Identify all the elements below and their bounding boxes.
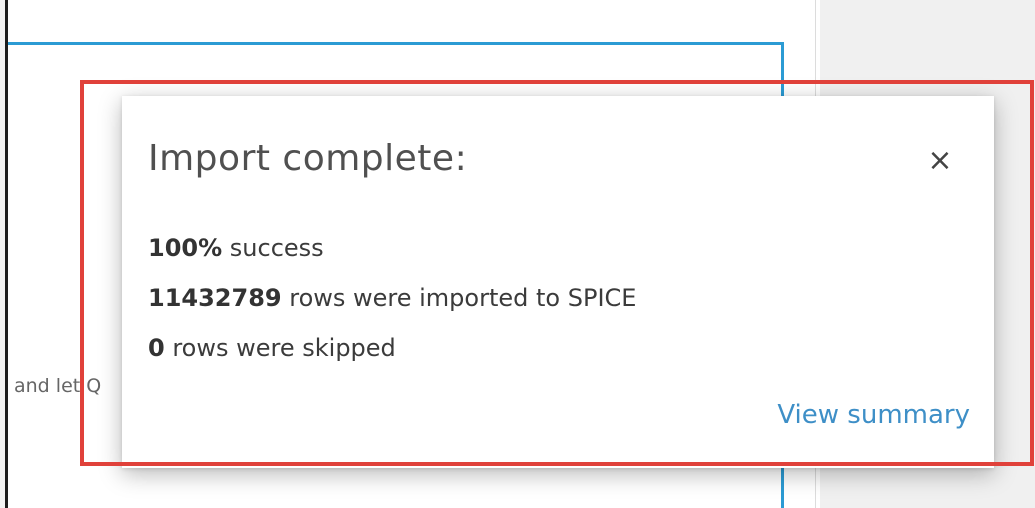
rows-imported-text: rows were imported to SPICE (281, 284, 637, 312)
rows-skipped-text: rows were skipped (164, 334, 396, 362)
selection-frame-top (8, 42, 784, 45)
import-complete-dialog: Import complete: × 100% success 11432789… (122, 96, 994, 468)
background-partial-text: and let Q (14, 375, 102, 397)
import-stats: 100% success 11432789 rows were imported… (148, 230, 636, 380)
dialog-title: Import complete: (148, 138, 468, 179)
view-summary-link[interactable]: View summary (777, 400, 970, 430)
rows-imported-value: 11432789 (148, 284, 282, 312)
close-icon: × (927, 142, 953, 178)
success-rate-text: success (222, 234, 324, 262)
rows-skipped-line: 0 rows were skipped (148, 330, 636, 380)
rows-imported-line: 11432789 rows were imported to SPICE (148, 280, 636, 330)
rows-skipped-value: 0 (148, 334, 165, 362)
success-rate-value: 100% (148, 234, 223, 262)
success-rate-line: 100% success (148, 230, 636, 280)
close-button[interactable]: × (922, 142, 958, 178)
